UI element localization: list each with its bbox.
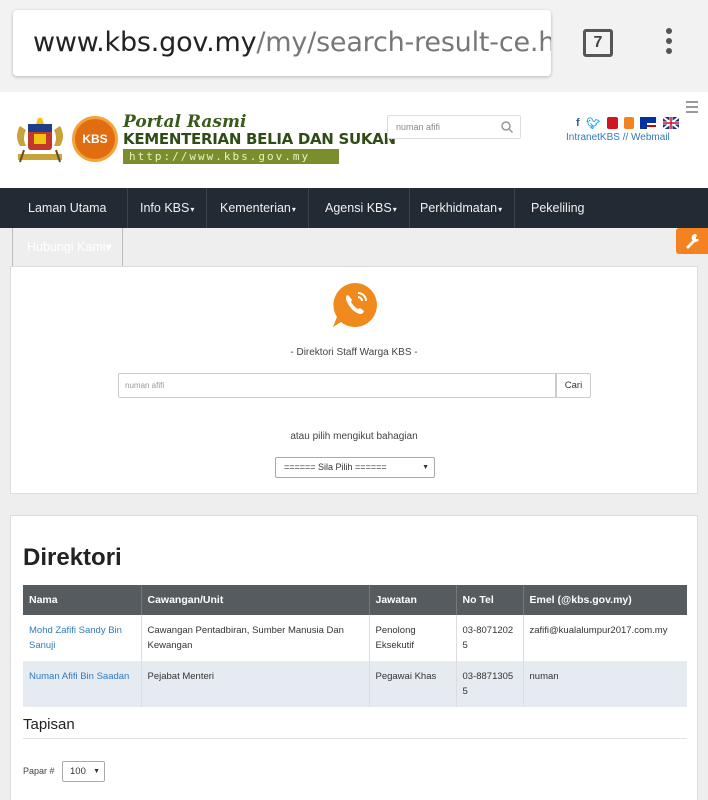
url-text[interactable]: www.kbs.gov.my/my/search-result-ce.htm bbox=[33, 27, 551, 58]
filter-title: Tapisan bbox=[23, 716, 75, 733]
portal-title-line2: KEMENTERIAN BELIA DAN SUKAN bbox=[123, 130, 396, 148]
kbs-logo[interactable]: KBS bbox=[72, 116, 118, 162]
column-header[interactable]: Emel (@kbs.gov.my) bbox=[523, 585, 687, 615]
chevron-down-icon: ▾ bbox=[291, 205, 296, 214]
malaysia-flag-icon[interactable] bbox=[640, 116, 657, 129]
cell-emel: numan bbox=[523, 661, 687, 707]
chevron-down-icon: ▾ bbox=[392, 205, 397, 214]
nav-perkhidmatan[interactable]: Perkhidmatan▾ bbox=[408, 188, 516, 228]
staff-search-input[interactable]: numan afifi bbox=[118, 373, 556, 398]
nav-info-kbs[interactable]: Info KBS▾ bbox=[127, 188, 208, 228]
hamburger-menu-icon[interactable] bbox=[686, 101, 698, 116]
divider bbox=[23, 738, 687, 739]
cell-cawangan: Pejabat Menteri bbox=[141, 661, 370, 707]
sub-navbar: Hubungi Kami▾ bbox=[0, 228, 708, 268]
portal-url: http://www.kbs.gov.my bbox=[123, 149, 339, 164]
directory-results-panel: Direktori Nama Cawangan/Unit Jawatan No … bbox=[10, 515, 698, 800]
header-search-input[interactable]: numan afifi bbox=[387, 115, 521, 139]
address-bar[interactable]: www.kbs.gov.my/my/search-result-ce.htm bbox=[13, 10, 551, 76]
cari-button[interactable]: Cari bbox=[556, 373, 591, 398]
coat-of-arms-icon bbox=[17, 118, 63, 163]
tab-switcher-button[interactable]: 7 bbox=[583, 29, 613, 57]
search-icon[interactable] bbox=[500, 120, 514, 134]
column-header[interactable]: Cawangan/Unit bbox=[141, 585, 370, 615]
cell-tel: 03-80712025 bbox=[456, 615, 524, 661]
department-select[interactable]: ====== Sila Pilih ====== ▼ bbox=[275, 457, 435, 478]
staff-name-link[interactable]: Numan Afifi Bin Saadan bbox=[29, 671, 129, 682]
browser-toolbar: www.kbs.gov.my/my/search-result-ce.htm 7 bbox=[0, 0, 708, 92]
header-search-value: numan afifi bbox=[396, 122, 441, 132]
directory-search-panel: - Direktori Staff Warga KBS - numan afif… bbox=[10, 266, 698, 494]
table-row: Numan Afifi Bin Saadan Pejabat Menteri P… bbox=[23, 661, 687, 707]
portal-title-line1: Portal Rasmi bbox=[123, 112, 247, 132]
nav-hubungi-kami[interactable]: Hubungi Kami▾ bbox=[12, 228, 123, 268]
page-size-value: 100 bbox=[70, 766, 86, 777]
table-header-row: Nama Cawangan/Unit Jawatan No Tel Emel (… bbox=[23, 585, 687, 615]
chevron-down-icon: ▼ bbox=[93, 768, 100, 775]
twitter-icon[interactable]: 🐦︎ bbox=[586, 117, 600, 130]
nav-label: Pekeliling bbox=[531, 201, 585, 215]
nav-label: Kementerian bbox=[220, 201, 291, 215]
facebook-icon[interactable]: f bbox=[576, 117, 580, 129]
cell-tel: 03-88713055 bbox=[456, 661, 524, 707]
page-title: Direktori bbox=[23, 544, 122, 571]
nav-kementerian[interactable]: Kementerian▾ bbox=[208, 188, 309, 228]
nav-label: Agensi KBS bbox=[325, 201, 392, 215]
rss-icon[interactable] bbox=[624, 116, 634, 129]
cell-jawatan: Penolong Eksekutif bbox=[369, 615, 457, 661]
nav-label: Info KBS bbox=[140, 201, 190, 215]
phone-chat-icon bbox=[333, 283, 377, 327]
browser-menu-icon[interactable] bbox=[664, 28, 674, 58]
cell-emel: zafifi@kualalumpur2017.com.my bbox=[523, 615, 687, 661]
department-select-value: ====== Sila Pilih ====== bbox=[284, 462, 387, 472]
main-navbar: Laman Utama Info KBS▾ Kementerian▾ Agens… bbox=[0, 188, 708, 228]
table-row: Mohd Zafifi Sandy Bin Sanuji Cawangan Pe… bbox=[23, 615, 687, 661]
chevron-down-icon: ▾ bbox=[190, 205, 195, 214]
cell-jawatan: Pegawai Khas bbox=[369, 661, 457, 707]
column-header[interactable]: Nama bbox=[23, 585, 142, 615]
header-links: IntranetKBS // Webmail bbox=[566, 132, 670, 143]
column-header[interactable]: Jawatan bbox=[369, 585, 457, 615]
site-header: KBS Portal Rasmi KEMENTERIAN BELIA DAN S… bbox=[0, 92, 708, 188]
settings-wrench-button[interactable] bbox=[676, 228, 708, 254]
youtube-icon[interactable] bbox=[606, 116, 618, 129]
nav-pekeliling[interactable]: Pekeliling bbox=[519, 188, 597, 228]
staff-search-value: numan afifi bbox=[125, 381, 165, 390]
url-host: www.kbs.gov.my bbox=[33, 27, 257, 58]
uk-flag-icon[interactable] bbox=[662, 116, 679, 129]
cell-nama: Mohd Zafifi Sandy Bin Sanuji bbox=[23, 615, 142, 661]
portal-title[interactable]: Portal Rasmi KEMENTERIAN BELIA DAN SUKAN… bbox=[123, 114, 396, 164]
nav-laman-utama[interactable]: Laman Utama bbox=[16, 188, 119, 228]
url-path: /my/search-result-ce.htm bbox=[256, 27, 551, 58]
page-size-select[interactable]: 100 ▼ bbox=[62, 761, 105, 782]
column-header[interactable]: No Tel bbox=[456, 585, 524, 615]
cell-cawangan: Cawangan Pentadbiran, Sumber Manusia Dan… bbox=[141, 615, 370, 661]
link-separator: // bbox=[622, 132, 629, 143]
nav-label: Laman Utama bbox=[28, 201, 107, 215]
cell-nama: Numan Afifi Bin Saadan bbox=[23, 661, 142, 707]
nav-agensi-kbs[interactable]: Agensi KBS▾ bbox=[313, 188, 410, 228]
chevron-down-icon: ▼ bbox=[422, 464, 429, 471]
directory-heading: - Direktori Staff Warga KBS - bbox=[290, 347, 418, 358]
intranet-link[interactable]: IntranetKBS bbox=[566, 132, 620, 143]
wrench-icon bbox=[686, 233, 699, 249]
nav-label: Perkhidmatan bbox=[420, 201, 498, 215]
staff-name-link[interactable]: Mohd Zafifi Sandy Bin Sanuji bbox=[29, 625, 122, 651]
or-choose-text: atau pilih mengikut bahagian bbox=[290, 431, 418, 442]
webmail-link[interactable]: Webmail bbox=[631, 132, 670, 143]
papar-label: Papar # bbox=[23, 766, 55, 776]
directory-table: Nama Cawangan/Unit Jawatan No Tel Emel (… bbox=[23, 585, 687, 707]
chevron-down-icon: ▾ bbox=[498, 205, 503, 214]
social-links: f 🐦︎ bbox=[576, 114, 681, 130]
